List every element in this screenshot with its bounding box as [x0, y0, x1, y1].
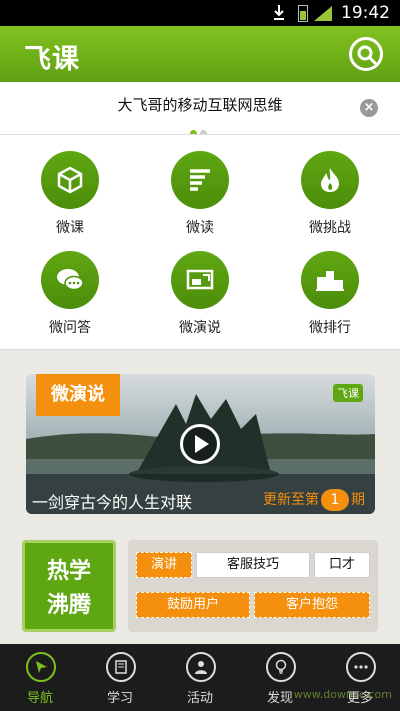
watermark: www.downcc.com [293, 688, 392, 701]
brand-badge: 飞课 [333, 384, 363, 402]
feature-label: 微排行 [309, 320, 351, 336]
update-prefix: 更新至第 [263, 492, 319, 508]
feature-item-weike[interactable]: 微课 [10, 151, 130, 251]
app-logo: 飞课 [24, 44, 80, 75]
search-icon [357, 45, 377, 65]
nav-item-xuexi[interactable]: 学习 [80, 644, 160, 711]
status-bar: 19:42 [0, 0, 400, 26]
update-info: 更新至第 1 期 [263, 489, 365, 511]
close-icon[interactable]: × [360, 99, 378, 117]
hot-title-line2: 沸腾 [46, 593, 91, 618]
flame-icon [301, 151, 359, 209]
person-icon [186, 652, 216, 682]
hot-title-line1: 热学 [46, 559, 91, 584]
search-button[interactable] [349, 37, 383, 71]
compass-icon [26, 652, 56, 682]
feature-item-weipaihang[interactable]: 微排行 [270, 251, 390, 351]
feature-label: 微课 [56, 220, 84, 236]
tag-chip[interactable]: 鼓励用户 [136, 592, 250, 618]
signal-icon [314, 6, 332, 21]
nav-item-daohang[interactable]: 导航 [0, 644, 80, 711]
cube-icon [41, 151, 99, 209]
featured-video-card[interactable]: 微演说 飞课 一剑穿古今的人生对联 更新至第 1 期 [26, 374, 375, 514]
play-icon[interactable] [180, 424, 220, 464]
bulb-icon [266, 652, 296, 682]
podium-icon [301, 251, 359, 309]
screen-icon [171, 251, 229, 309]
more-icon [346, 652, 376, 682]
hot-tags-panel: 演讲 客服技巧 口才 鼓励用户 客户抱怨 [128, 540, 378, 632]
nav-label: 学习 [106, 691, 133, 706]
hot-learning-tile[interactable]: 热学 沸腾 [22, 540, 116, 632]
notice-banner[interactable]: 大飞哥的移动互联网思维 × [0, 82, 400, 137]
nav-label: 导航 [26, 691, 53, 706]
battery-icon [298, 5, 308, 22]
feature-item-weidu[interactable]: 微读 [140, 151, 260, 251]
clock: 19:42 [341, 3, 390, 23]
feature-label: 微读 [186, 220, 214, 236]
chat-bubble-icon [41, 251, 99, 309]
text-lines-icon [171, 151, 229, 209]
video-tag: 微演说 [36, 374, 120, 416]
tag-chip[interactable]: 客户抱怨 [254, 592, 370, 618]
feature-item-weitiaozhan[interactable]: 微挑战 [270, 151, 390, 251]
episode-number: 1 [321, 489, 349, 511]
feature-item-weiyanshuo[interactable]: 微演说 [140, 251, 260, 351]
feature-label: 微问答 [49, 320, 91, 336]
feature-label: 微挑战 [309, 220, 351, 236]
feature-item-weiwenda[interactable]: 微问答 [10, 251, 130, 351]
tag-chip[interactable]: 客服技巧 [196, 552, 310, 578]
download-icon [274, 5, 284, 20]
notice-text: 大飞哥的移动互联网思维 [117, 97, 283, 114]
update-suffix: 期 [351, 492, 365, 508]
tag-chip[interactable]: 口才 [314, 552, 370, 578]
feature-label: 微演说 [179, 320, 221, 336]
nav-item-huodong[interactable]: 活动 [160, 644, 240, 711]
video-title: 一剑穿古今的人生对联 [32, 495, 193, 512]
tag-chip[interactable]: 演讲 [136, 552, 192, 578]
nav-label: 活动 [186, 691, 213, 706]
app-header: 飞课 [0, 26, 400, 82]
feature-grid: 微课 微读 微挑战 微问答 微演说 微排行 [0, 134, 400, 350]
book-icon [106, 652, 136, 682]
